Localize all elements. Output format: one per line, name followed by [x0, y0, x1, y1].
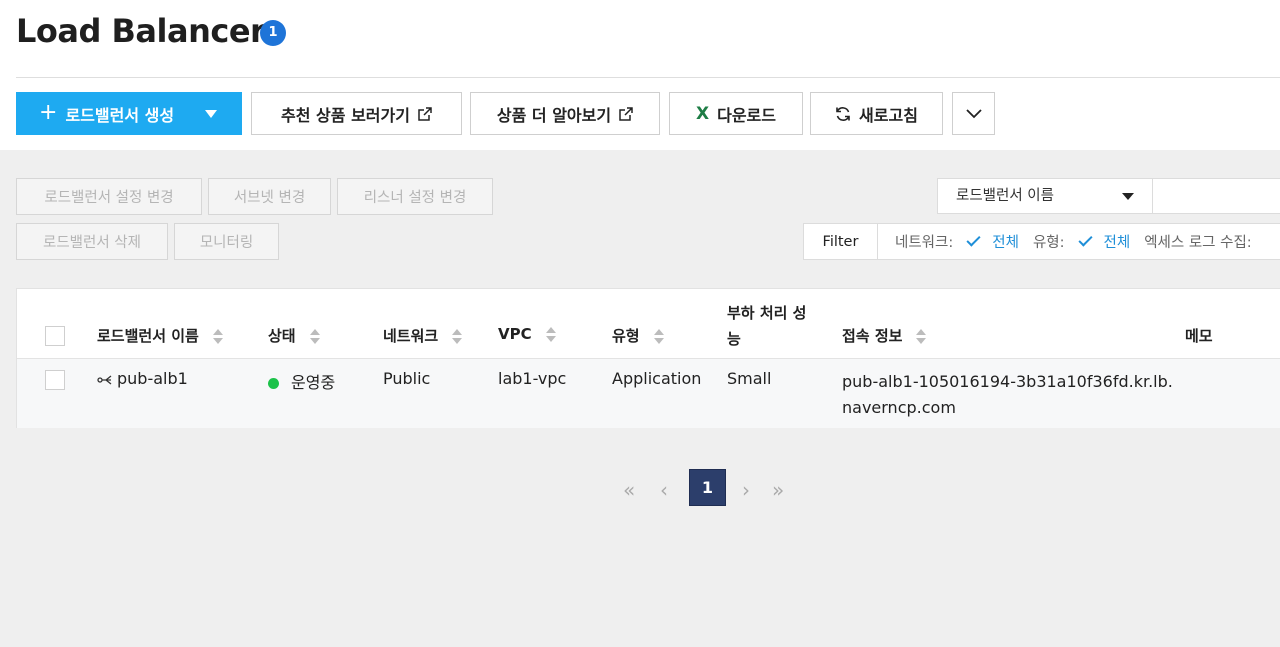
- external-link-icon: [619, 106, 633, 121]
- select-all-checkbox[interactable]: [45, 326, 65, 346]
- cell-network: Public: [383, 369, 431, 388]
- caret-down-icon: [1122, 193, 1134, 200]
- sort-icon[interactable]: [916, 328, 927, 345]
- learn-more-button[interactable]: 상품 더 알아보기: [470, 92, 660, 135]
- count-badge: 1: [260, 20, 286, 46]
- more-menu-button[interactable]: [952, 92, 995, 135]
- filter-network-key: 네트워크:: [895, 235, 954, 251]
- cell-status: 운영중: [268, 369, 335, 393]
- filter-access-log-key: 엑세스 로그 수집:: [1144, 235, 1252, 251]
- row-checkbox[interactable]: [45, 370, 65, 390]
- cell-vpc: lab1-vpc: [498, 369, 567, 388]
- filter-type-key: 유형:: [1032, 235, 1065, 251]
- refresh-label: 새로고침: [859, 105, 918, 125]
- edit-listener-button[interactable]: 리스너 설정 변경: [337, 178, 493, 215]
- sort-icon[interactable]: [653, 328, 664, 345]
- learn-more-label: 상품 더 알아보기: [496, 105, 612, 125]
- page-button-current[interactable]: 1: [689, 469, 726, 506]
- chevron-down-icon: [965, 108, 982, 118]
- plus-icon: +: [39, 100, 58, 125]
- external-link-icon: [418, 106, 432, 121]
- column-header-network[interactable]: 네트워크: [383, 325, 463, 346]
- recommend-products-button[interactable]: 추천 상품 보러가기: [251, 92, 462, 135]
- column-header-type[interactable]: 유형: [612, 325, 664, 346]
- page-header: Load Balancer 1 + 로드밸런서 생성 추천 상품 보러가기 상품…: [0, 0, 1280, 150]
- filter-type-value[interactable]: 전체: [1104, 231, 1131, 252]
- sort-icon[interactable]: [545, 326, 556, 343]
- recommend-label: 추천 상품 보러가기: [281, 105, 410, 125]
- filter-button[interactable]: Filter: [804, 224, 878, 259]
- cell-name[interactable]: pub-alb1: [97, 369, 188, 388]
- status-dot-icon: [268, 378, 279, 389]
- cell-type: Application: [612, 369, 702, 388]
- column-header-status[interactable]: 상태: [268, 325, 320, 346]
- column-header-name[interactable]: 로드밸런서 이름: [97, 325, 223, 346]
- check-icon: [1077, 232, 1093, 247]
- page-title: Load Balancer: [16, 12, 266, 50]
- cell-endpoint: pub-alb1-105016194-3b31a10f36fd.kr.lb. n…: [842, 372, 1173, 417]
- search-input[interactable]: [1152, 178, 1280, 214]
- excel-icon: X: [696, 103, 710, 124]
- download-button[interactable]: X 다운로드: [669, 92, 803, 135]
- sort-icon[interactable]: [452, 328, 463, 345]
- refresh-icon: [836, 106, 850, 121]
- filter-bar: Filter 네트워크: 전체 유형: 전체 엑세스 로그 수집:: [803, 223, 1280, 260]
- last-page-icon[interactable]: »: [772, 478, 784, 502]
- sort-icon[interactable]: [309, 328, 320, 345]
- delete-button[interactable]: 로드밸런서 삭제: [16, 223, 168, 260]
- check-icon: [966, 232, 981, 247]
- refresh-button[interactable]: 새로고침: [810, 92, 943, 135]
- search-field-select[interactable]: 로드밸런서 이름: [937, 178, 1153, 214]
- edit-subnet-button[interactable]: 서브넷 변경: [208, 178, 331, 215]
- cell-performance: Small: [727, 369, 772, 388]
- column-header-memo: 메모: [1185, 327, 1213, 345]
- download-label: 다운로드: [717, 105, 776, 125]
- prev-page-icon[interactable]: ‹: [660, 478, 668, 502]
- load-balancer-table: 로드밸런서 이름 상태 네트워크 VPC 유형 부하 처리 성 능 접속 정보 …: [16, 288, 1280, 428]
- edit-settings-button[interactable]: 로드밸런서 설정 변경: [16, 178, 202, 215]
- column-header-endpoint[interactable]: 접속 정보: [842, 325, 927, 346]
- caret-down-icon[interactable]: [205, 110, 217, 118]
- sort-icon[interactable]: [212, 328, 223, 345]
- search-field-label: 로드밸런서 이름: [956, 188, 1054, 204]
- divider: [17, 358, 1280, 359]
- first-page-icon[interactable]: «: [623, 478, 635, 502]
- filter-network-value[interactable]: 전체: [992, 231, 1019, 252]
- next-page-icon[interactable]: ›: [742, 478, 750, 502]
- column-header-performance: 부하 처리 성 능: [727, 304, 807, 348]
- load-balancer-icon: [97, 374, 112, 385]
- monitoring-button[interactable]: 모니터링: [174, 223, 279, 260]
- divider: [16, 77, 1280, 78]
- column-header-vpc[interactable]: VPC: [498, 325, 556, 343]
- create-label: 로드밸런서 생성: [65, 105, 175, 125]
- create-load-balancer-button[interactable]: + 로드밸런서 생성: [16, 92, 242, 135]
